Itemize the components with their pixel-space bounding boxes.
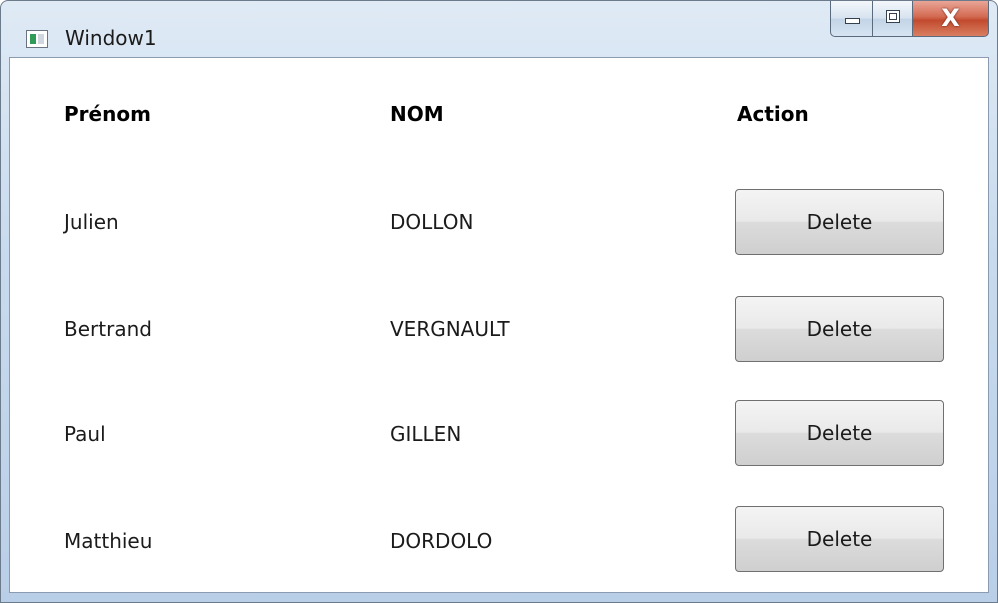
delete-button[interactable]: Delete [735,400,944,466]
caption-buttons: X [830,1,989,37]
minimize-button[interactable] [830,1,873,37]
maximize-button[interactable] [873,1,913,37]
minimize-icon [845,18,860,24]
content-area: Prénom NOM Action Julien DOLLON Delete B… [9,57,989,593]
column-header-action: Action [737,102,809,126]
column-header-nom: NOM [390,102,444,126]
delete-button[interactable]: Delete [735,296,944,362]
delete-button[interactable]: Delete [735,506,944,572]
delete-button[interactable]: Delete [735,189,944,255]
application-window-icon[interactable] [26,30,48,48]
column-header-prenom: Prénom [64,102,151,126]
cell-nom: DORDOLO [390,529,493,553]
maximize-icon [886,10,900,23]
close-icon: X [941,4,960,32]
cell-prenom: Paul [64,422,106,446]
window-title: Window1 [65,26,157,50]
cell-nom: DOLLON [390,210,474,234]
cell-nom: VERGNAULT [390,317,510,341]
cell-prenom: Matthieu [64,529,153,553]
cell-prenom: Bertrand [64,317,152,341]
cell-nom: GILLEN [390,422,462,446]
close-button[interactable]: X [913,1,989,37]
cell-prenom: Julien [64,210,119,234]
title-bar[interactable]: Window1 X [1,1,997,57]
app-window: Window1 X Prénom NOM Action Julien DOLLO… [0,0,998,603]
